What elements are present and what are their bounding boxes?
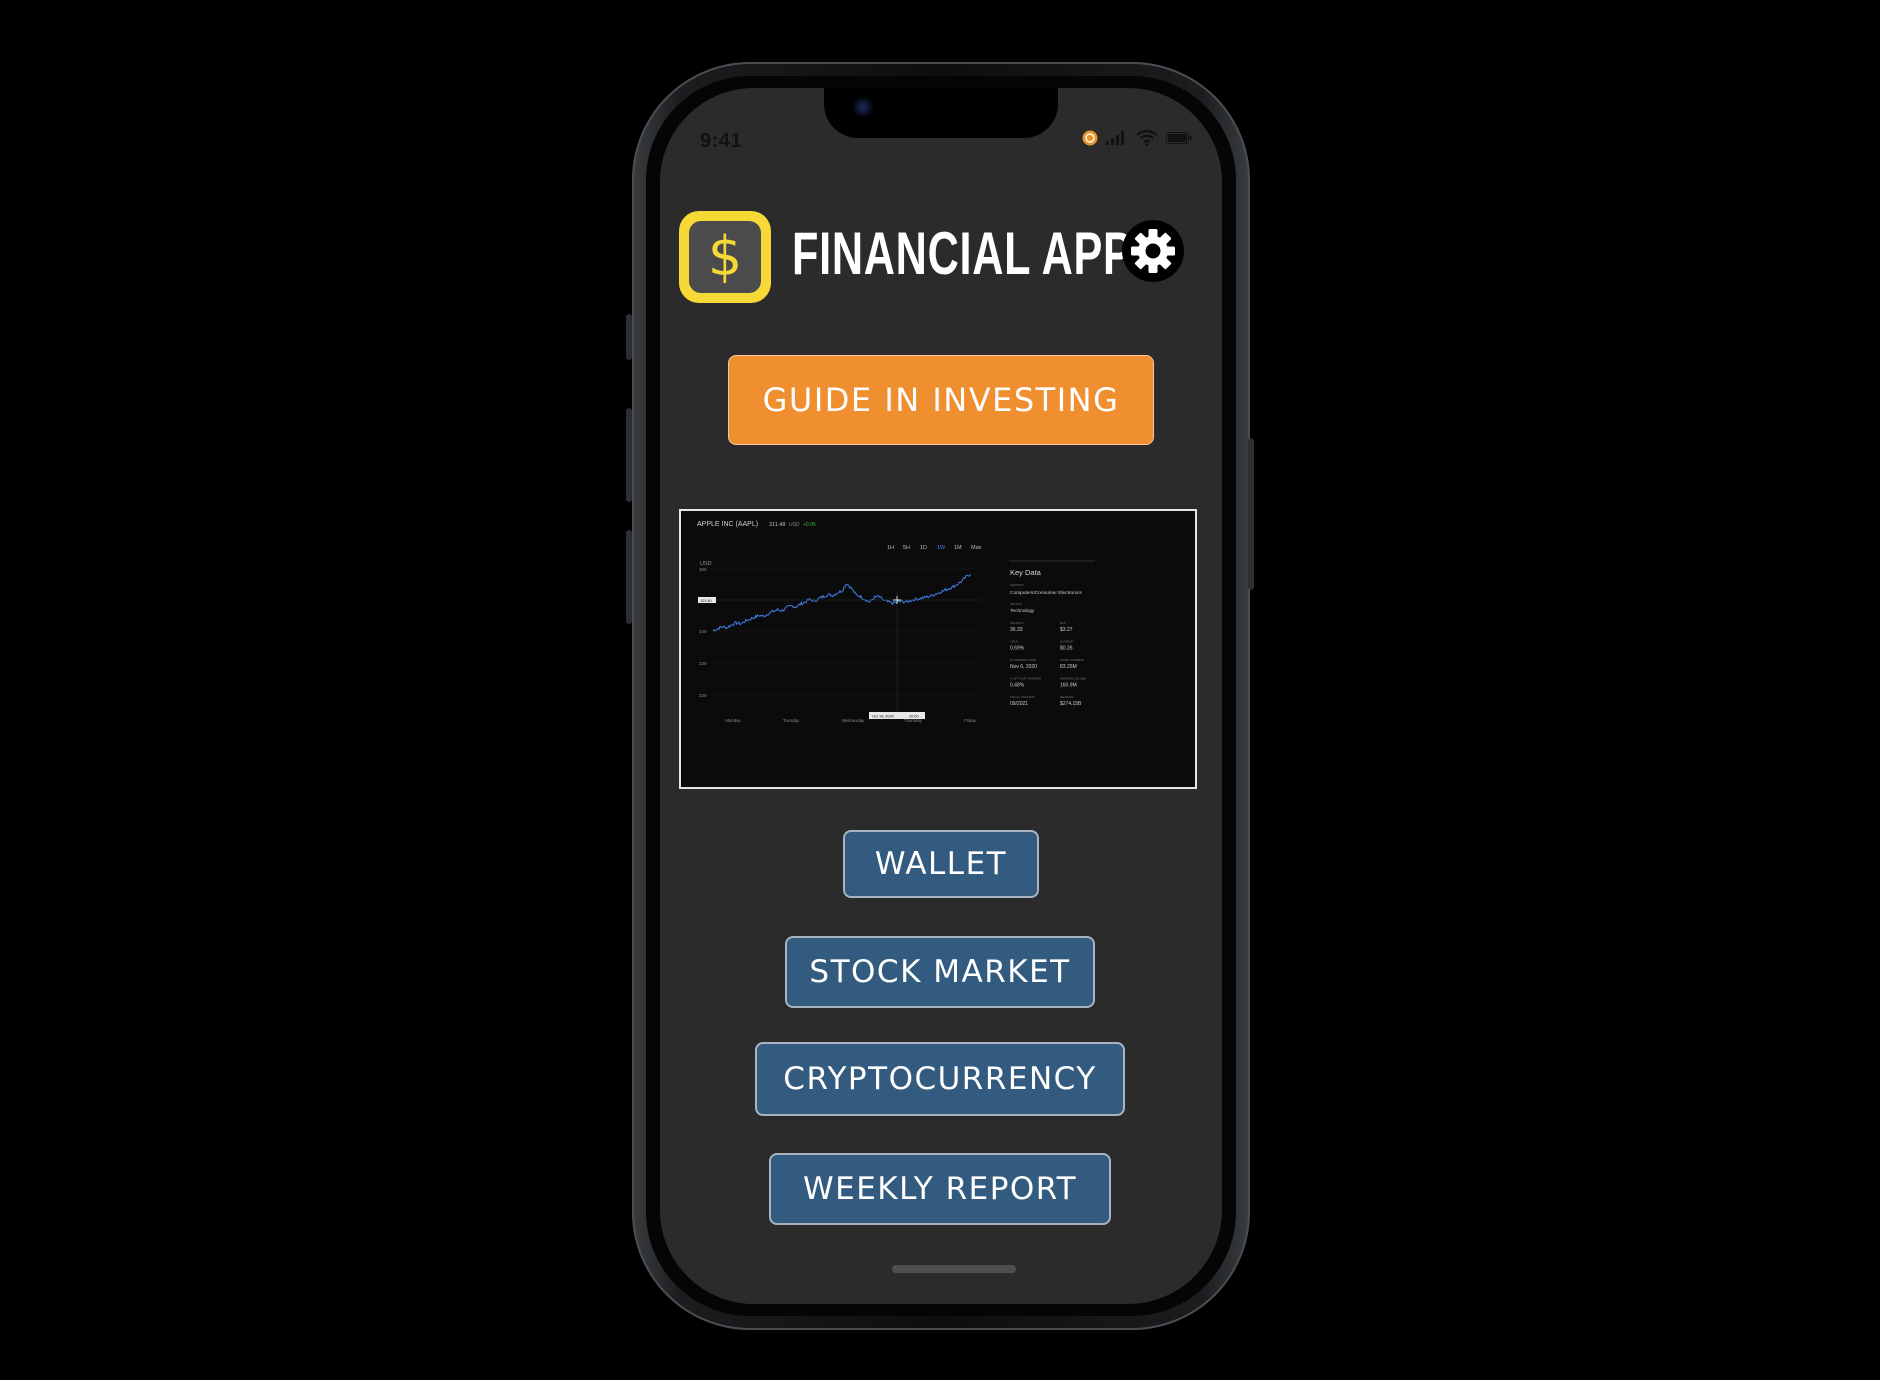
gear-icon (1131, 229, 1175, 273)
key-field-label: DIVIDEND (1060, 640, 1073, 644)
sector-label: SECTOR (1010, 602, 1022, 606)
weekly-report-button[interactable]: WEEKLY REPORT (769, 1153, 1111, 1225)
key-field-label: REVENUE (1060, 695, 1074, 699)
range-tabs: 1H 5H 1D 1W 1M Max (887, 545, 982, 551)
hover-value: 321.50 (701, 599, 712, 603)
key-field-value: Nov 6, 2020 (1010, 664, 1037, 670)
chart-ticker: APPLE INC (AAPL) (697, 521, 758, 528)
x-tick-label: Monday (725, 718, 741, 723)
app-logo: $ (679, 211, 771, 303)
x-tick-label: Wednesday (842, 718, 865, 723)
y-tick-label: 340 (699, 629, 707, 634)
status-time: 9:41 (700, 130, 743, 152)
key-field-label: YIELD (1010, 640, 1018, 644)
volume-up-button (626, 408, 632, 502)
sector-value: Technology (1010, 608, 1035, 614)
key-field-label: EX-DIVIDEND DATE (1010, 658, 1036, 662)
cellular-signal-icon (1106, 131, 1124, 145)
key-field-value: 36.33 (1010, 627, 1023, 633)
stock-chart-panel[interactable]: APPLE INC (AAPL) 311.48 USD +0.05 USD 1H… (679, 509, 1197, 789)
industry-value: Computers/Consumer Electronics (1010, 590, 1082, 596)
key-field-label: % OF FLOAT SHORTED (1010, 677, 1041, 681)
volume-down-button (626, 530, 632, 624)
stock-chart: APPLE INC (AAPL) 311.48 USD +0.05 USD 1H… (697, 521, 1095, 723)
status-icons (1082, 130, 1192, 146)
guide-in-investing-button[interactable]: GUIDE IN INVESTING (728, 355, 1154, 445)
logo-symbol: $ (707, 225, 743, 288)
key-field-value: $274.15B (1060, 701, 1082, 707)
app-screen: 9:41 $ FINANCIAL APP GUIDE IN INVESTING … (660, 88, 1222, 1304)
x-tick-label: Tuesday (783, 718, 800, 723)
chart-change: +0.05 (803, 522, 816, 528)
key-data-title: Key Data (1010, 568, 1042, 577)
range-tab-1w[interactable]: 1W (937, 545, 946, 551)
hover-date: Oct 14, 2020 (872, 715, 894, 719)
dollar-icon: $ (689, 221, 761, 293)
wallet-button[interactable]: WALLET (843, 830, 1039, 898)
range-tab-1m[interactable]: 1M (954, 545, 962, 551)
y-tick-label: 320 (699, 693, 707, 698)
chart-currency: USD (789, 522, 800, 528)
key-field-value: 0.48% (1010, 683, 1025, 689)
range-tab-1h[interactable]: 1H (887, 545, 894, 551)
price-series-line (712, 574, 972, 632)
key-field-value: 83.25M (1060, 664, 1077, 670)
x-axis: Monday Tuesday Wednesday Thursday Friday (725, 718, 976, 723)
chart-price: 311.48 (769, 522, 785, 528)
notch (824, 88, 1058, 138)
range-tab-max[interactable]: Max (971, 545, 982, 551)
key-field-value: 160.9M (1060, 683, 1077, 689)
key-data-fields: P/E RATIO 36.33 EPS $3.27 YIELD 0.69% DIVIDEND… (1010, 621, 1086, 707)
range-tab-1d[interactable]: 1D (920, 545, 927, 551)
mute-switch (626, 314, 632, 360)
y-tick-label: 360 (699, 567, 707, 572)
x-tick-label: Friday (964, 718, 977, 723)
front-camera (852, 96, 874, 118)
home-indicator[interactable] (892, 1265, 1016, 1273)
hover-time: 10:00 (909, 715, 919, 719)
range-tab-5h[interactable]: 5H (903, 545, 910, 551)
y-axis: 360330340330320 (699, 567, 707, 698)
key-field-label: P/E RATIO (1010, 621, 1024, 625)
key-field-value: 0.69% (1010, 646, 1025, 652)
key-field-value: 09/2021 (1010, 701, 1028, 707)
stock-market-button[interactable]: STOCK MARKET (785, 936, 1095, 1008)
key-field-value: $3.27 (1060, 627, 1073, 633)
settings-button[interactable] (1122, 220, 1184, 282)
battery-icon (1166, 132, 1192, 144)
power-button (1248, 438, 1254, 590)
industry-label: INDUSTRY (1010, 583, 1024, 587)
cryptocurrency-button[interactable]: CRYPTOCURRENCY (755, 1042, 1125, 1116)
key-field-label: FISCAL YEAR END (1010, 695, 1035, 699)
y-tick-label: 330 (699, 661, 707, 666)
key-field-label: AVERAGE VOLUME (1060, 677, 1086, 681)
wifi-icon (1136, 130, 1158, 146)
coin-indicator-icon (1082, 130, 1098, 146)
key-field-label: EPS (1060, 621, 1066, 625)
key-field-label: SHORT INTEREST (1060, 658, 1085, 662)
chart-grid (711, 568, 981, 696)
app-title: FINANCIAL APP (792, 220, 1133, 287)
key-field-value: $0.26 (1060, 646, 1073, 652)
